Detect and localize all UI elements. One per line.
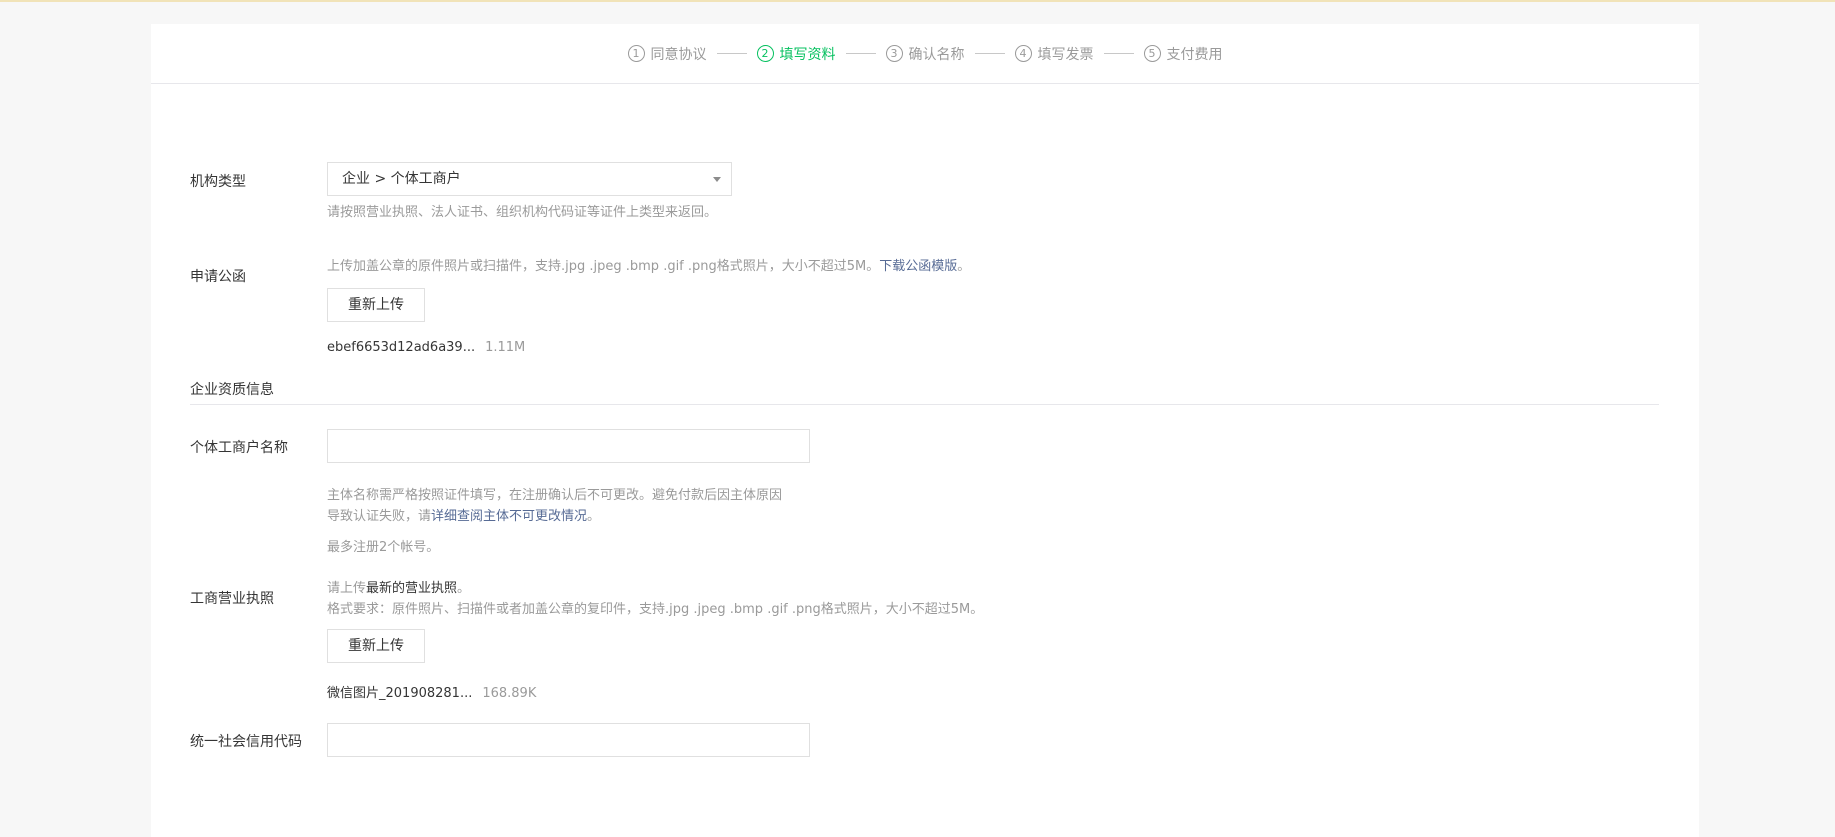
biz-name-tip-line1: 主体名称需严格按照证件填写，在注册确认后不可更改。避免付款后因主体原因 [327, 488, 783, 503]
step-label: 填写发票 [1037, 46, 1094, 63]
letter-file: ebef6653d12ad6a39... 1.11M [327, 340, 525, 355]
letter-file-name: ebef6653d12ad6a39... [327, 340, 476, 355]
credit-code-input[interactable] [327, 723, 810, 757]
letter-tip-text: 上传加盖公章的原件照片或扫描件，支持.jpg .jpeg .bmp .gif .… [327, 259, 880, 274]
step-label: 支付费用 [1166, 46, 1223, 63]
download-template-link[interactable]: 下载公函模版 [879, 259, 957, 274]
step-confirm-name: 3 确认名称 [885, 44, 965, 64]
step-number-1: 1 [627, 45, 645, 62]
step-number-3: 3 [885, 45, 903, 62]
step-label: 同意协议 [650, 46, 707, 63]
license-tip-line1: 请上传最新的营业执照。 [327, 579, 470, 599]
license-tip-strong: 最新的营业执照 [366, 581, 458, 596]
letter-label: 申请公函 [190, 269, 246, 285]
license-tip-pre: 请上传 [327, 581, 367, 596]
credit-code-label: 统一社会信用代码 [190, 734, 302, 750]
registration-form-card: 1 同意协议 2 填写资料 3 确认名称 4 填写发票 5 支付费用 机构类型 … [151, 24, 1699, 837]
step-number-5: 5 [1143, 45, 1161, 62]
name-change-info-link[interactable]: 详细查阅主体不可更改情况 [431, 509, 587, 524]
license-file-size: 168.89K [482, 686, 537, 701]
letter-tip-end: 。 [957, 259, 971, 274]
chevron-down-icon [713, 177, 721, 182]
account-limit-tip: 最多注册2个帐号。 [327, 540, 440, 555]
letter-tip: 上传加盖公章的原件照片或扫描件，支持.jpg .jpeg .bmp .gif .… [327, 257, 970, 277]
biz-name-tip-text: 导致认证失败，请 [327, 509, 432, 524]
org-type-select[interactable]: 企业 > 个体工商户 [327, 162, 732, 196]
step-separator [716, 53, 747, 54]
reupload-license-button[interactable]: 重新上传 [327, 629, 425, 663]
org-type-label: 机构类型 [190, 174, 246, 190]
license-label: 工商营业执照 [190, 591, 274, 607]
biz-name-label: 个体工商户名称 [190, 440, 288, 456]
step-agree: 1 同意协议 [627, 44, 707, 64]
step-label: 填写资料 [779, 46, 836, 63]
license-file-name: 微信图片_201908281... [327, 686, 473, 701]
step-fill-info: 2 填写资料 [756, 44, 836, 64]
step-label: 确认名称 [908, 46, 965, 63]
org-type-tip: 请按照营业执照、法人证书、组织机构代码证等证件上类型来返回。 [327, 205, 718, 220]
reupload-letter-button[interactable]: 重新上传 [327, 288, 425, 322]
step-separator [1103, 53, 1134, 54]
license-file: 微信图片_201908281... 168.89K [327, 682, 536, 701]
step-invoice: 4 填写发票 [1014, 44, 1094, 64]
license-tip-end: 。 [457, 581, 471, 596]
biz-name-input[interactable] [327, 429, 810, 463]
step-separator [974, 53, 1005, 54]
top-accent-line [0, 0, 1835, 2]
step-separator [845, 53, 876, 54]
step-payment: 5 支付费用 [1143, 44, 1223, 64]
org-type-value: 企业 > 个体工商户 [342, 171, 461, 187]
biz-name-tip-line2: 导致认证失败，请详细查阅主体不可更改情况。 [327, 507, 600, 527]
letter-file-size: 1.11M [485, 340, 526, 355]
step-number-2: 2 [756, 45, 774, 62]
biz-name-tip-end: 。 [587, 509, 601, 524]
step-number-4: 4 [1014, 45, 1032, 62]
step-progress-bar: 1 同意协议 2 填写资料 3 确认名称 4 填写发票 5 支付费用 [151, 24, 1699, 84]
license-tip-line2: 格式要求：原件照片、扫描件或者加盖公章的复印件，支持.jpg .jpeg .bm… [327, 602, 984, 617]
section-title: 企业资质信息 [190, 382, 274, 398]
section-divider [190, 404, 1659, 405]
